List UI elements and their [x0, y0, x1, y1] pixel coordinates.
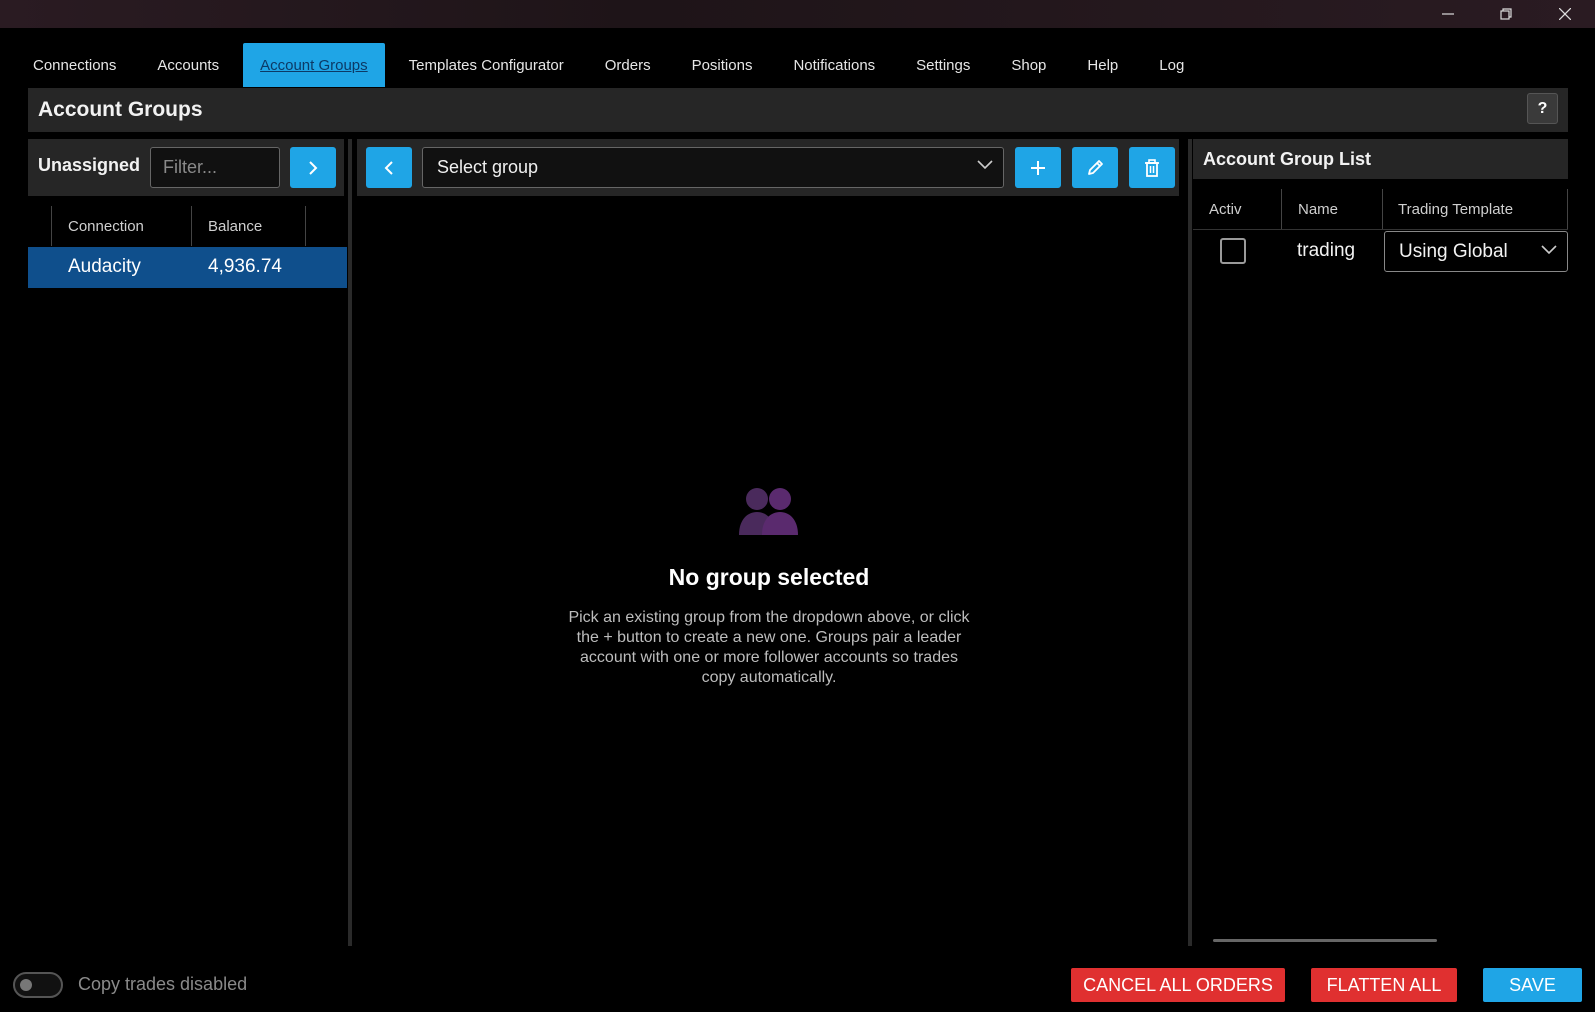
close-icon [1559, 8, 1571, 20]
group-select-value: Select group [437, 157, 539, 177]
tab-notifications[interactable]: Notifications [776, 43, 892, 87]
save-button[interactable]: SAVE [1483, 968, 1582, 1002]
plus-icon [1031, 160, 1045, 175]
group-toolbar: Select group [357, 139, 1179, 196]
tab-templates-configurator[interactable]: Templates Configurator [392, 43, 581, 87]
column-header-active[interactable]: Activ [1209, 189, 1242, 229]
column-header-name[interactable]: Name [1298, 189, 1338, 229]
column-header-balance[interactable]: Balance [208, 206, 262, 246]
tab-accounts[interactable]: Accounts [140, 43, 236, 87]
users-icon [739, 488, 798, 535]
restore-icon [1500, 8, 1512, 20]
trash-icon [1145, 158, 1159, 177]
unassigned-label: Unassigned [38, 155, 141, 175]
delete-group-button[interactable] [1129, 147, 1175, 188]
copy-trades-toggle[interactable] [13, 972, 63, 998]
help-button[interactable]: ? [1527, 93, 1558, 124]
group-select[interactable]: Select group [422, 147, 1004, 188]
header-divider [1193, 229, 1568, 230]
tab-help[interactable]: Help [1070, 43, 1135, 87]
trading-template-value: Using Global [1399, 241, 1508, 262]
filter-input[interactable] [150, 147, 280, 188]
empty-state-title: No group selected [668, 564, 870, 590]
flatten-all-button[interactable]: FLATTEN ALL [1311, 968, 1457, 1002]
group-name: trading [1297, 240, 1356, 261]
column-header-connection[interactable]: Connection [68, 206, 144, 246]
row-connection: Audacity [68, 256, 141, 277]
copy-trades-label: Copy trades disabled [78, 974, 248, 994]
column-header-trading-template[interactable]: Trading Template [1398, 189, 1513, 229]
page-title: Account Groups [38, 98, 203, 121]
tab-positions[interactable]: Positions [675, 43, 770, 87]
group-list-header: Account Group List [1193, 139, 1568, 179]
tab-log[interactable]: Log [1142, 43, 1201, 87]
pencil-icon [1088, 159, 1103, 175]
edit-group-button[interactable] [1072, 147, 1118, 188]
right-splitter[interactable] [1188, 139, 1192, 946]
column-divider[interactable] [305, 206, 306, 246]
column-divider[interactable] [51, 206, 52, 246]
chevron-left-icon [384, 160, 393, 175]
main-tabs: Connections Accounts Account Groups Temp… [16, 43, 1208, 87]
tab-shop[interactable]: Shop [994, 43, 1063, 87]
add-group-button[interactable] [1015, 147, 1061, 188]
cancel-all-orders-button[interactable]: CANCEL ALL ORDERS [1071, 968, 1285, 1002]
tab-orders[interactable]: Orders [588, 43, 668, 87]
unassigned-toolbar: Unassigned [28, 139, 344, 196]
tab-account-groups[interactable]: Account Groups [243, 43, 385, 87]
restore-button[interactable] [1478, 0, 1534, 28]
tab-connections[interactable]: Connections [16, 43, 133, 87]
minimize-button[interactable] [1420, 0, 1476, 28]
move-to-group-button[interactable] [290, 147, 336, 188]
column-divider[interactable] [191, 206, 192, 246]
close-button[interactable] [1537, 0, 1593, 28]
empty-state-description: Pick an existing group from the dropdown… [568, 609, 970, 686]
tab-settings[interactable]: Settings [899, 43, 987, 87]
column-divider[interactable] [1281, 189, 1282, 229]
toggle-knob [20, 979, 32, 991]
horizontal-scrollbar[interactable] [1213, 939, 1437, 942]
chevron-right-icon [309, 160, 318, 175]
row-balance: 4,936.74 [208, 256, 282, 277]
column-divider[interactable] [1382, 189, 1383, 229]
table-row[interactable]: Audacity 4,936.74 [28, 247, 347, 288]
chevron-down-icon [977, 160, 993, 170]
minimize-icon [1442, 13, 1454, 15]
active-checkbox[interactable] [1220, 238, 1246, 264]
page-header: Account Groups ? [28, 88, 1568, 132]
column-divider[interactable] [1567, 189, 1568, 229]
title-bar [0, 0, 1595, 28]
move-to-unassigned-button[interactable] [366, 147, 412, 188]
left-splitter[interactable] [348, 139, 352, 946]
trading-template-select[interactable]: Using Global [1384, 231, 1568, 272]
chevron-down-icon [1541, 245, 1557, 255]
group-list-title: Account Group List [1203, 149, 1371, 169]
